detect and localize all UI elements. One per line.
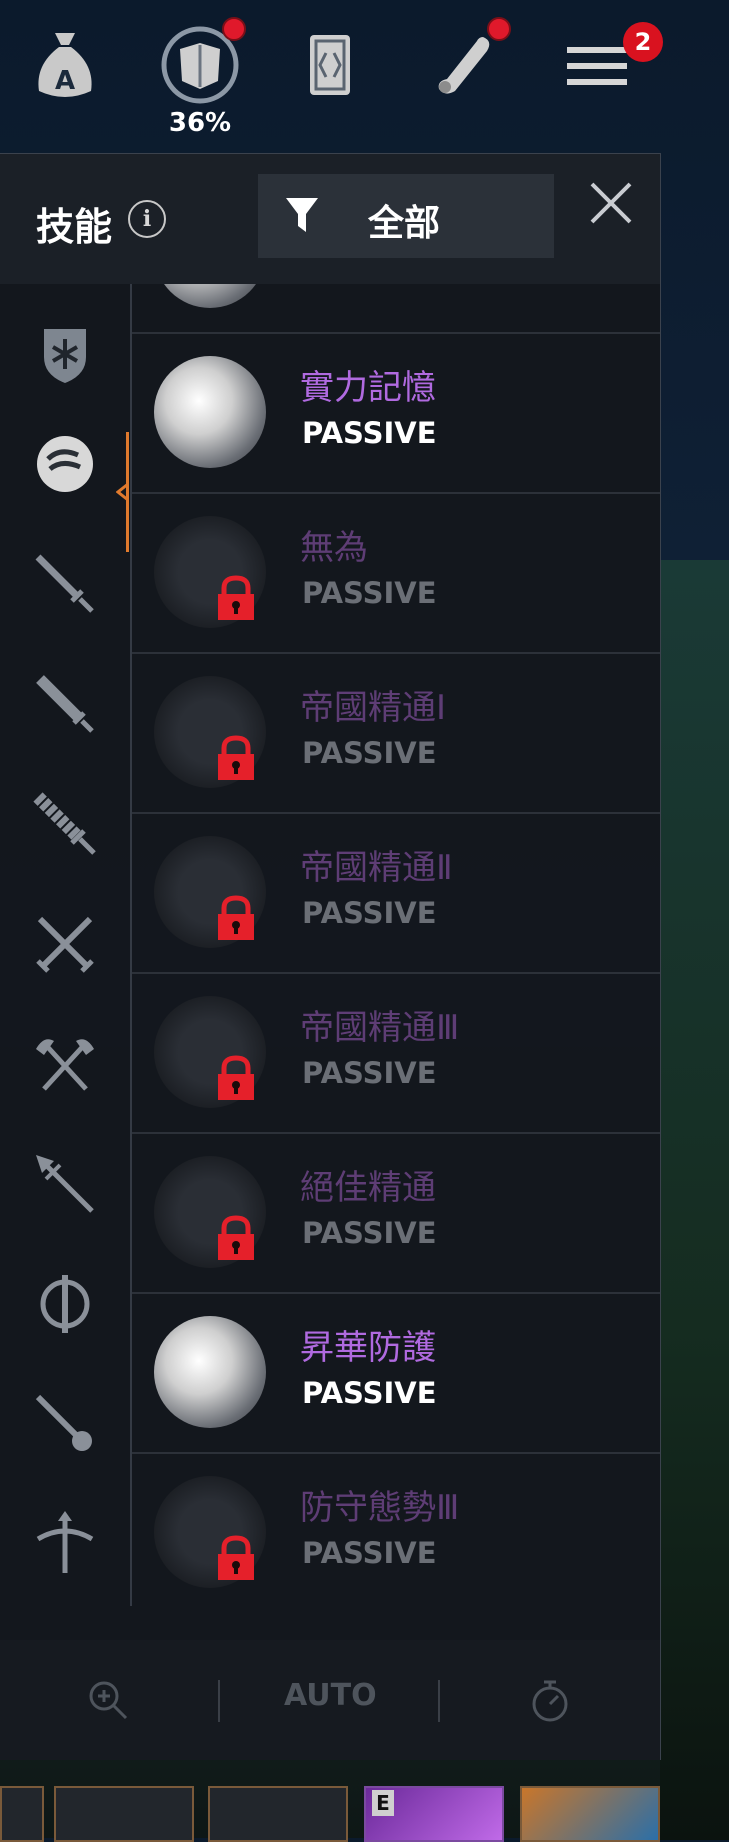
lock-icon <box>218 575 254 620</box>
filter-label: 全部 <box>368 203 441 244</box>
skill-icon <box>154 284 266 308</box>
separator <box>218 1680 220 1722</box>
category-sidebar <box>0 284 132 1606</box>
locked-skill-icon <box>154 1476 266 1588</box>
skills-panel: 技能 i 全部 實力記憶 PASSIVE 無為 PASSIVE 帝國精通Ⅰ PA… <box>0 153 661 1760</box>
menu-notification-badge: 2 <box>623 22 663 62</box>
category-wand[interactable] <box>0 1374 130 1474</box>
lock-icon <box>218 895 254 940</box>
dagger-icon <box>35 554 94 613</box>
armor-notification-dot <box>222 17 246 41</box>
skill-icon <box>154 1316 266 1428</box>
broadsword-icon <box>36 675 94 733</box>
skill-row[interactable]: 昇華防護 PASSIVE <box>132 1292 660 1454</box>
category-spear[interactable] <box>0 1134 130 1234</box>
bag-button[interactable]: A <box>15 15 115 115</box>
skill-type: PASSIVE <box>302 1536 437 1570</box>
svg-text:A: A <box>55 66 75 96</box>
category-crossbow[interactable] <box>0 1494 130 1594</box>
hotkey-label: E <box>372 1790 394 1816</box>
skill-name: 實力記憶 <box>300 368 436 408</box>
skill-type: PASSIVE <box>302 416 437 450</box>
category-greatsword[interactable] <box>0 774 130 874</box>
background-scenery <box>660 560 729 1840</box>
armor-button[interactable] <box>150 15 250 115</box>
greatsword-icon <box>33 792 96 855</box>
close-icon[interactable] <box>588 180 634 226</box>
shield-emblem-icon <box>44 329 86 383</box>
armor-percent: 36% <box>168 108 232 138</box>
panel-header: 技能 i 全部 <box>0 154 660 284</box>
skill-name: 防守態勢Ⅲ <box>300 1488 460 1528</box>
category-staff[interactable] <box>0 1254 130 1354</box>
hotbar-slot-5[interactable] <box>520 1786 660 1842</box>
skill-type: PASSIVE <box>302 1216 437 1250</box>
skill-row[interactable]: 帝國精通Ⅰ PASSIVE <box>132 652 660 814</box>
skill-name: 絕佳精通 <box>300 1168 436 1208</box>
crossed-swords-icon <box>36 916 94 973</box>
skill-type: PASSIVE <box>302 576 437 610</box>
hotbar-slot-1[interactable] <box>0 1786 44 1842</box>
zoom-icon[interactable] <box>86 1678 130 1722</box>
top-bar: A 36% 2 <box>0 0 729 140</box>
skill-name: 無為 <box>300 528 368 568</box>
info-icon[interactable]: i <box>128 200 166 238</box>
skill-row[interactable]: PASSIVE <box>132 284 660 334</box>
category-dual-swords[interactable] <box>0 894 130 994</box>
stopwatch-icon[interactable] <box>528 1676 572 1724</box>
skill-name: 帝國精通Ⅲ <box>300 1008 460 1048</box>
category-broadsword[interactable] <box>0 654 130 754</box>
skill-row[interactable]: 絕佳精通 PASSIVE <box>132 1132 660 1294</box>
skill-type: PASSIVE <box>302 736 437 770</box>
locked-skill-icon <box>154 836 266 948</box>
skill-name: 昇華防護 <box>300 1328 436 1368</box>
panel-title: 技能 <box>36 205 113 249</box>
category-axes[interactable] <box>0 1014 130 1114</box>
bag-icon: A <box>38 33 92 97</box>
skill-row[interactable]: 無為 PASSIVE <box>132 492 660 654</box>
card-icon <box>310 35 350 95</box>
filter-dropdown[interactable]: 全部 <box>258 174 554 258</box>
skill-type: PASSIVE <box>302 896 437 930</box>
card-button[interactable] <box>280 15 380 115</box>
category-shield-emblem[interactable] <box>0 304 130 404</box>
category-power[interactable] <box>0 414 130 514</box>
separator <box>438 1680 440 1722</box>
auto-button[interactable]: AUTO <box>284 1678 377 1713</box>
hotbar-slot-2[interactable] <box>54 1786 194 1842</box>
skill-type: PASSIVE <box>302 1376 437 1410</box>
skill-name: 帝國精通Ⅰ <box>300 688 447 728</box>
hotbar-slot-3[interactable] <box>208 1786 348 1842</box>
skills-list: PASSIVE實力記憶PASSIVE無為PASSIVE帝國精通ⅠPASSIVE帝… <box>132 284 660 1606</box>
wand-icon <box>35 1394 92 1451</box>
skill-type: PASSIVE <box>302 1056 437 1090</box>
locked-skill-icon <box>154 676 266 788</box>
lock-icon <box>218 1215 254 1260</box>
skill-icon <box>154 356 266 468</box>
lock-icon <box>218 735 254 780</box>
skill-row[interactable]: 防守態勢Ⅲ PASSIVE <box>132 1452 660 1606</box>
scroll-notification-dot <box>487 17 511 41</box>
power-fist-icon <box>37 436 93 492</box>
locked-skill-icon <box>154 996 266 1108</box>
crossbow-icon <box>36 1511 94 1573</box>
skill-row[interactable]: 帝國精通Ⅲ PASSIVE <box>132 972 660 1134</box>
filter-icon <box>286 198 318 232</box>
crossed-axes-icon <box>36 1039 94 1091</box>
lock-icon <box>218 1055 254 1100</box>
bottom-control-bar: AUTO <box>0 1640 660 1760</box>
staff-orb-icon <box>40 1275 90 1333</box>
scroll-button[interactable] <box>415 15 515 115</box>
skill-row[interactable]: 實力記憶 PASSIVE <box>132 332 660 494</box>
lock-icon <box>218 1535 254 1580</box>
locked-skill-icon <box>154 516 266 628</box>
locked-skill-icon <box>154 1156 266 1268</box>
skill-row[interactable]: 帝國精通Ⅱ PASSIVE <box>132 812 660 974</box>
category-dagger[interactable] <box>0 534 130 634</box>
skill-name: 帝國精通Ⅱ <box>300 848 453 888</box>
spear-icon <box>36 1155 94 1213</box>
